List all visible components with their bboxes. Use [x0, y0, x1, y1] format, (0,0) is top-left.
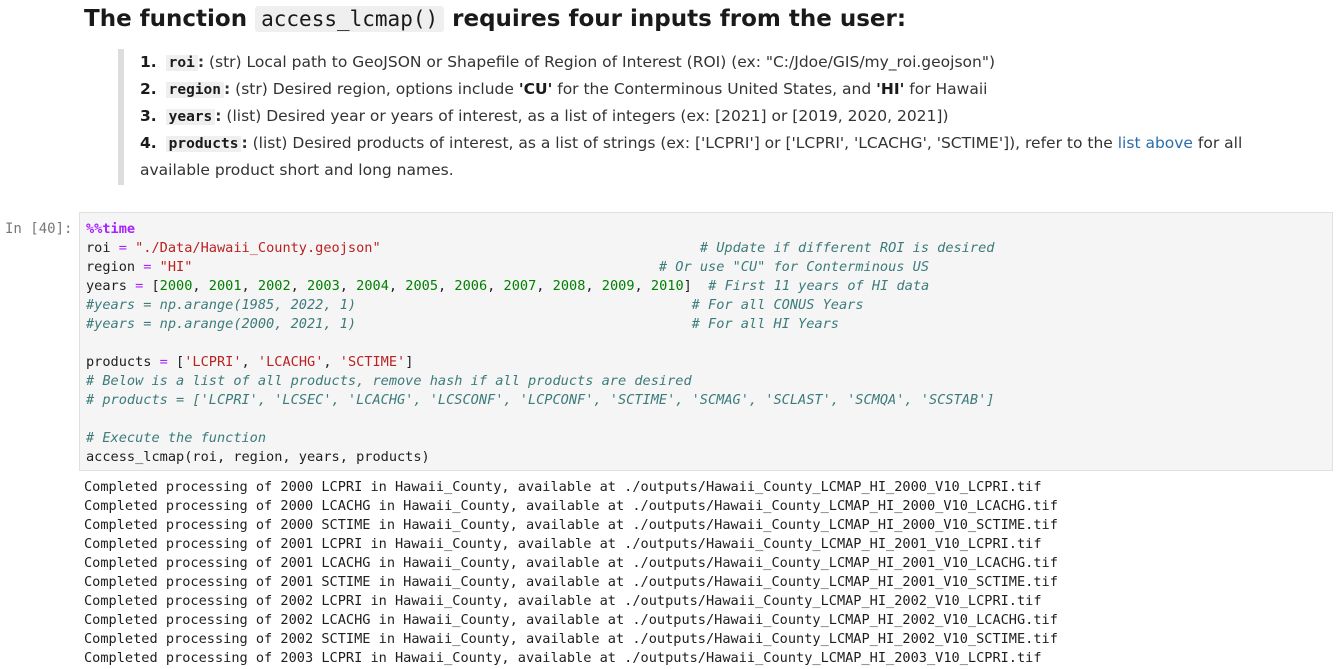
param-code: products: [165, 136, 242, 152]
code-comment: # Update if different ROI is desired: [699, 240, 995, 256]
list-above-link[interactable]: list above: [1118, 134, 1193, 152]
code-number: 2007: [503, 278, 537, 294]
param-code: region: [165, 82, 225, 98]
markdown-heading: The function access_lcmap() requires fou…: [84, 3, 906, 35]
item-text: (list) Desired year or years of interest…: [221, 107, 949, 125]
item-number: 1.: [140, 53, 157, 71]
param-code: years: [165, 109, 216, 125]
code-comment: # Below is a list of all products, remov…: [86, 373, 692, 389]
code-comment: # Execute the function: [86, 430, 267, 446]
list-item: 4. products: (list) Desired products of …: [124, 130, 1314, 183]
output-line: Completed processing of 2000 SCTIME in H…: [84, 517, 1058, 533]
code-comment: # For all CONUS Years: [691, 297, 864, 313]
code-block[interactable]: %%time roi = "./Data/Hawaii_County.geojs…: [86, 220, 994, 467]
item-number: 4.: [140, 134, 157, 152]
code-number: 2000: [159, 278, 193, 294]
code-number: 2006: [454, 278, 488, 294]
item-bold: 'HI': [876, 80, 905, 98]
output-line: Completed processing of 2002 LCACHG in H…: [84, 612, 1058, 628]
output-line: Completed processing of 2002 SCTIME in H…: [84, 631, 1058, 647]
code-number: 2001: [208, 278, 242, 294]
output-line: Completed processing of 2001 SCTIME in H…: [84, 574, 1058, 590]
code-cell-editor[interactable]: %%time roi = "./Data/Hawaii_County.geojs…: [79, 212, 1333, 471]
inputs-list: 1. roi: (str) Local path to GeoJSON or S…: [124, 49, 1314, 183]
code-var: region: [86, 259, 136, 275]
item-text: for the Conterminous United States, and: [552, 80, 877, 98]
code-string: 'LCACHG': [257, 354, 324, 370]
code-number: 2010: [650, 278, 684, 294]
heading-text: requires four inputs from the user:: [444, 6, 907, 32]
list-item: 2. region: (str) Desired region, options…: [124, 76, 1314, 103]
item-number: 3.: [140, 107, 157, 125]
code-comment: # For all HI Years: [691, 316, 839, 332]
code-comment: # First 11 years of HI data: [708, 278, 930, 294]
output-line: Completed processing of 2003 LCPRI in Ha…: [84, 650, 1042, 666]
list-item: 3. years: (list) Desired year or years o…: [124, 103, 1314, 130]
code-number: 2002: [257, 278, 291, 294]
output-line: Completed processing of 2001 LCPRI in Ha…: [84, 536, 1042, 552]
code-number: 2005: [405, 278, 439, 294]
code-op: =: [135, 259, 160, 275]
code-var: roi: [86, 240, 111, 256]
heading-code: access_lcmap(): [255, 6, 445, 32]
code-var: products: [86, 354, 152, 370]
code-op: =: [126, 278, 152, 294]
item-bold: 'CU': [518, 80, 553, 98]
code-number: 2003: [307, 278, 340, 294]
code-number: 2008: [552, 278, 586, 294]
heading-text: The function: [84, 6, 256, 32]
output-line: Completed processing of 2000 LCPRI in Ha…: [84, 479, 1042, 495]
input-prompt: In [40]:: [5, 221, 73, 237]
code-comment: #years = np.arange(2000, 2021, 1): [86, 316, 357, 332]
function-call: access_lcmap(roi, region, years, product…: [86, 449, 430, 465]
code-string: "./Data/Hawaii_County.geojson": [135, 240, 381, 256]
code-op: =: [110, 240, 136, 256]
code-comment: # products = ['LCPRI', 'LCSEC', 'LCACHG'…: [86, 392, 995, 408]
code-number: 2009: [601, 278, 635, 294]
output-line: Completed processing of 2001 LCACHG in H…: [84, 555, 1058, 571]
item-number: 2.: [140, 80, 157, 98]
item-text: (str) Desired region, options include: [230, 80, 519, 98]
output-line: Completed processing of 2000 LCACHG in H…: [84, 498, 1058, 514]
code-punct: ]: [683, 278, 692, 294]
list-item: 1. roi: (str) Local path to GeoJSON or S…: [124, 49, 1314, 76]
code-var: years: [86, 278, 127, 294]
code-comment: #years = np.arange(1985, 2022, 1): [86, 297, 357, 313]
magic-command: %%time: [86, 221, 136, 237]
item-text: for Hawaii: [904, 80, 988, 98]
stdout-text: Completed processing of 2000 LCPRI in Ha…: [84, 478, 1058, 668]
param-code: roi: [165, 55, 198, 71]
code-string: 'LCPRI': [184, 354, 242, 370]
code-number: 2004: [356, 278, 389, 294]
code-string: "HI": [159, 259, 193, 275]
code-punct: [: [151, 278, 160, 294]
item-text: (str) Local path to GeoJSON or Shapefile…: [204, 53, 996, 71]
code-comment: # Or use "CU" for Conterminous US: [658, 259, 929, 275]
code-string: 'SCTIME': [339, 354, 406, 370]
output-line: Completed processing of 2002 LCPRI in Ha…: [84, 593, 1042, 609]
code-op: =: [151, 354, 177, 370]
inputs-blockquote: 1. roi: (str) Local path to GeoJSON or S…: [118, 49, 1314, 185]
item-text: (list) Desired products of interest, as …: [247, 134, 1118, 152]
